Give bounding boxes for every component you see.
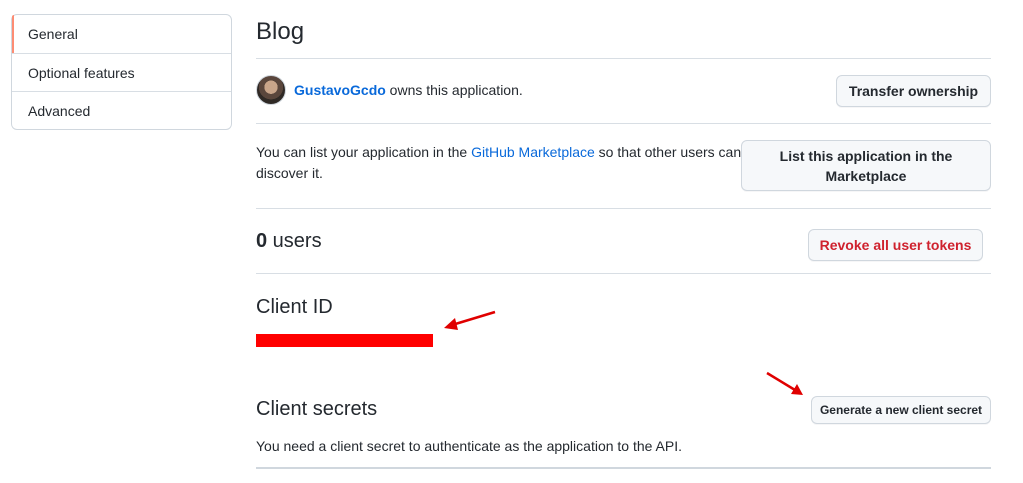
- arrow-icon: [766, 371, 803, 395]
- arrow-icon: [444, 310, 496, 330]
- annotation-arrows: [444, 310, 803, 395]
